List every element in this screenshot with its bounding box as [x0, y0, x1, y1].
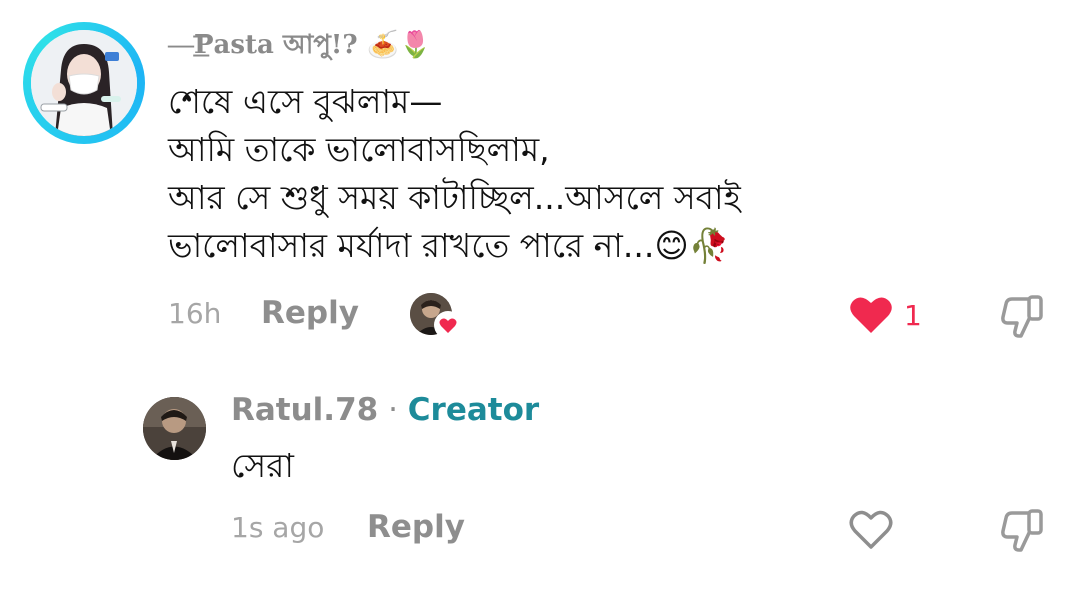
comment-line: ভালোবাসার মর্যাদা রাখতে পারে না...😊🥀	[168, 226, 730, 265]
creator-badge: Creator	[407, 392, 540, 428]
comment-actions: 16h Reply 1	[168, 293, 1048, 339]
comments-panel: —͟͟͞͞𝐏𝐚𝐬𝐭𝐚 আপু!? 🍝🌷 শেষে এসে বুঝলাম— আমি…	[0, 0, 1080, 591]
thumbs-down-icon[interactable]	[1000, 293, 1046, 339]
reply-username[interactable]: Ratul.78	[231, 392, 378, 428]
like-count: 1	[904, 299, 922, 332]
comment-timestamp: 16h	[168, 297, 222, 330]
reply-timestamp: 1s ago	[231, 511, 325, 544]
reply-actions: 1s ago Reply	[231, 507, 1051, 553]
comment-text: শেষে এসে বুঝলাম— আমি তাকে ভালোবাসছিলাম, …	[168, 78, 868, 270]
commenter-username[interactable]: —͟͟͞͞𝐏𝐚𝐬𝐭𝐚 আপু!? 🍝🌷	[168, 24, 431, 68]
reply-header: Ratul.78 · Creator	[231, 392, 539, 428]
small-heart-icon	[434, 311, 462, 339]
comment-line: শেষে এসে বুঝলাম—	[168, 82, 443, 121]
thumbs-down-icon[interactable]	[1000, 507, 1046, 553]
comment-line: আমি তাকে ভালোবাসছিলাম,	[168, 130, 550, 169]
comment-line: আর সে শুধু সময় কাটাচ্ছিল...আসলে সবাই	[168, 178, 741, 217]
heart-icon[interactable]	[848, 293, 894, 335]
heart-icon[interactable]	[848, 507, 894, 551]
commenter-avatar[interactable]	[23, 22, 145, 144]
reply-avatar[interactable]	[143, 397, 206, 460]
reply-button[interactable]: Reply	[367, 509, 465, 545]
commenter-avatar-image	[31, 30, 137, 136]
reply-button[interactable]: Reply	[261, 295, 359, 331]
separator-dot: ·	[378, 392, 408, 428]
reply-text: সেরা	[231, 446, 294, 485]
